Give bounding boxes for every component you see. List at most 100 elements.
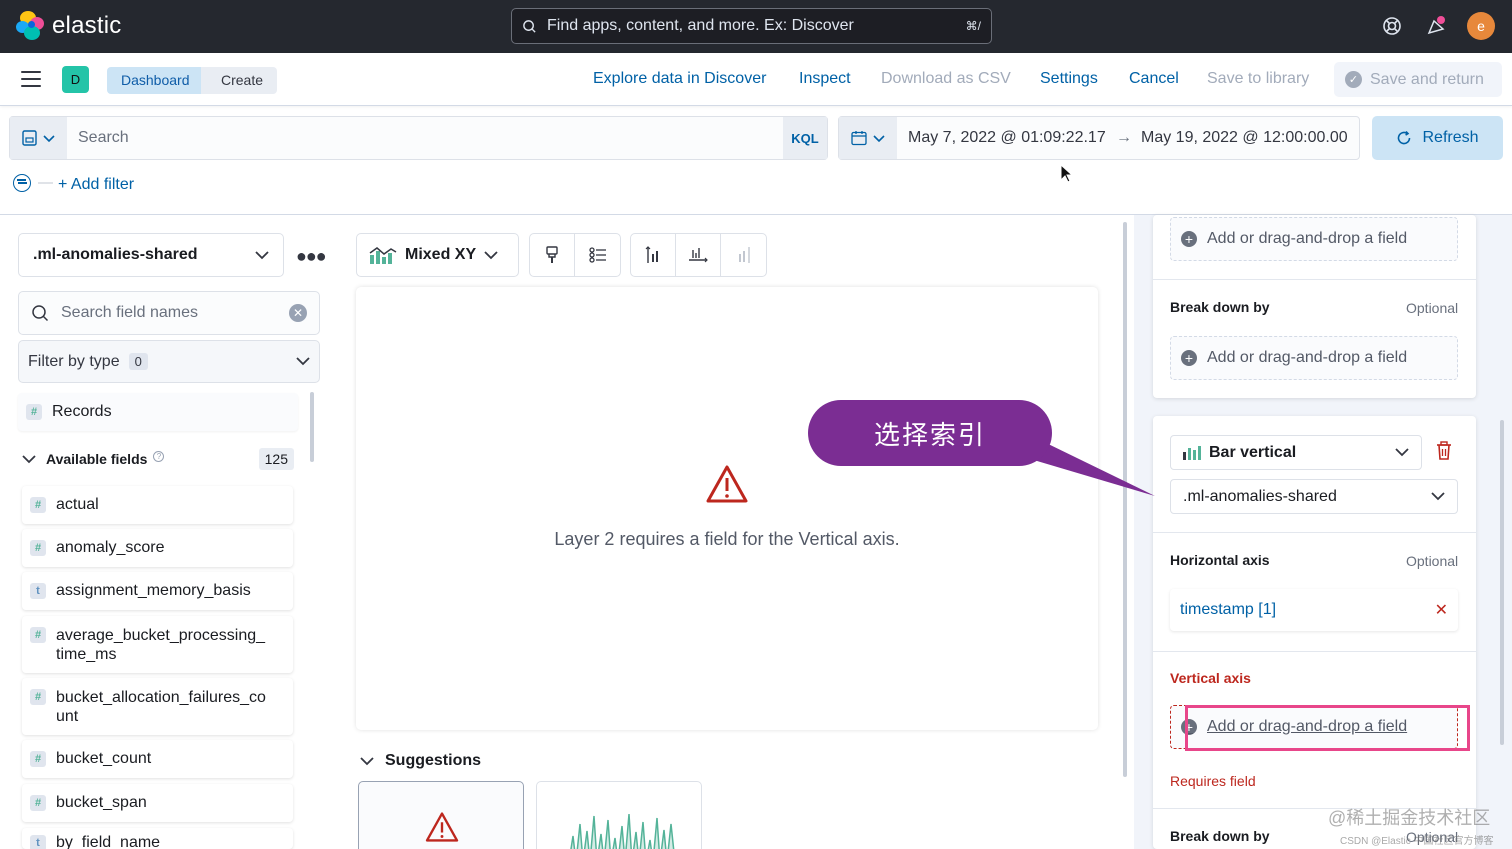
clear-icon[interactable]: ✕ [289, 304, 307, 322]
field-item-average-bucket-processing-time[interactable]: # average_bucket_processing_time_ms [22, 616, 293, 673]
save-icon [22, 130, 37, 146]
filter-separator: — [38, 174, 53, 191]
menu-icon[interactable] [21, 71, 41, 87]
divider [1153, 651, 1476, 652]
refresh-button[interactable]: Refresh [1372, 116, 1503, 160]
add-filter-button[interactable]: + Add filter [58, 176, 134, 194]
add-field-dropzone[interactable]: + Add or drag-and-drop a field [1170, 217, 1458, 261]
brand-name: elastic [52, 12, 122, 39]
layer-index-label: .ml-anomalies-shared [1183, 487, 1337, 505]
dropzone-label: Add or drag-and-drop a field [1207, 230, 1408, 247]
more-options-icon[interactable]: ●●● [296, 246, 327, 267]
break-down-dropzone[interactable]: + Add or drag-and-drop a field [1170, 336, 1458, 380]
date-end[interactable]: May 19, 2022 @ 12:00:00.00 [1141, 129, 1348, 147]
filter-options-icon[interactable] [13, 174, 31, 192]
chevron-down-icon [296, 357, 310, 366]
chevron-down-icon [1431, 492, 1445, 501]
paintbrush-icon[interactable] [530, 234, 575, 276]
delete-layer-icon[interactable] [1436, 441, 1452, 465]
chart-workspace [356, 287, 1098, 730]
newsfeed-icon[interactable] [1423, 13, 1449, 39]
download-csv-link[interactable]: Download as CSV [881, 70, 1011, 88]
save-and-return-button[interactable]: ✓ Save and return [1334, 62, 1502, 97]
bottom-axis-icon[interactable] [676, 234, 721, 276]
saved-query-menu[interactable] [10, 117, 67, 159]
visualization-type-select[interactable]: Mixed XY [356, 233, 519, 277]
vertical-axis-dropzone[interactable]: + Add or drag-and-drop a field [1170, 705, 1458, 749]
remove-icon[interactable]: ✕ [1435, 600, 1448, 620]
horizontal-field-name: timestamp [1] [1180, 601, 1277, 618]
suggestion-thumbnail [570, 813, 675, 849]
vertical-axis-label: Vertical axis [1170, 670, 1251, 686]
calendar-icon [851, 131, 867, 146]
left-axis-icon[interactable] [631, 234, 676, 276]
refresh-icon [1398, 130, 1411, 145]
user-avatar[interactable]: e [1467, 12, 1495, 40]
field-name: bucket_allocation_failures_count [56, 689, 266, 725]
help-icon[interactable] [1379, 13, 1405, 39]
search-shortcut: ⌘/ [965, 19, 981, 33]
horizontal-axis-field[interactable]: timestamp [1] ✕ [1170, 589, 1458, 631]
suggestions-label: Suggestions [385, 752, 482, 769]
string-type-icon: t [30, 583, 46, 599]
index-pattern-select[interactable]: .ml-anomalies-shared [18, 233, 284, 277]
field-list-scrollbar[interactable] [310, 392, 314, 462]
field-item-bucket-allocation-failures-count[interactable]: # bucket_allocation_failures_count [22, 678, 293, 735]
warning-icon [706, 465, 748, 503]
kql-toggle[interactable]: KQL [783, 117, 827, 159]
space-avatar[interactable]: D [62, 66, 89, 93]
suggestion-line-chart[interactable] [536, 781, 702, 849]
right-axis-icon[interactable] [721, 234, 766, 276]
field-item-records[interactable]: # Records [18, 393, 298, 431]
field-item-actual[interactable]: # actual [22, 486, 293, 524]
elastic-logo[interactable]: elastic [16, 11, 121, 41]
chevron-down-icon [1395, 448, 1409, 457]
info-icon[interactable]: ? [153, 450, 165, 462]
field-item-by-field-name[interactable]: t by_field_name [22, 828, 293, 849]
number-type-icon: # [30, 689, 46, 705]
break-down-by-label: Break down by [1170, 299, 1270, 315]
filter-by-type-label: Filter by type [28, 352, 120, 370]
filter-by-type-select[interactable]: Filter by type 0 [18, 340, 320, 383]
config-panel-scrollbar[interactable] [1500, 420, 1504, 745]
dropzone-label: Add or drag-and-drop a field [1207, 349, 1408, 366]
legend-icon[interactable] [575, 234, 620, 276]
refresh-label: Refresh [1422, 129, 1479, 146]
field-item-bucket-count[interactable]: # bucket_count [22, 740, 293, 778]
breadcrumb-dashboard[interactable]: Dashboard [107, 67, 204, 94]
display-options-group [529, 233, 621, 277]
field-search-input[interactable]: Search field names ✕ [18, 291, 320, 335]
quick-date-menu[interactable] [839, 117, 897, 159]
date-start[interactable]: May 7, 2022 @ 01:09:22.17 [908, 129, 1106, 147]
number-type-icon: # [30, 540, 46, 556]
layer-index-pattern-select[interactable]: .ml-anomalies-shared [1170, 479, 1458, 514]
index-pattern-label: .ml-anomalies-shared [33, 246, 198, 263]
layer-chart-type-label: Bar vertical [1209, 443, 1297, 461]
string-type-icon: t [30, 835, 46, 849]
divider [1153, 532, 1476, 533]
available-fields-count: 125 [258, 448, 294, 470]
global-header: elastic Find apps, content, and more. Ex… [0, 0, 1512, 53]
requires-field-error: Requires field [1170, 773, 1256, 789]
layer-chart-type-select[interactable]: Bar vertical [1170, 435, 1422, 470]
field-item-anomaly-score[interactable]: # anomaly_score [22, 529, 293, 567]
global-search-input[interactable]: Find apps, content, and more. Ex: Discov… [511, 8, 992, 44]
bar-chart-icon [1183, 445, 1201, 460]
break-down-by-label: Break down by [1170, 828, 1270, 844]
field-name: average_bucket_processing_time_ms [56, 627, 266, 663]
divider [1153, 279, 1476, 280]
elastic-logo-icon [16, 11, 46, 41]
query-search-input[interactable] [78, 117, 778, 159]
inspect-link[interactable]: Inspect [799, 70, 851, 88]
settings-link[interactable]: Settings [1040, 70, 1098, 88]
field-item-assignment-memory-basis[interactable]: t assignment_memory_basis [22, 572, 293, 610]
suggestions-toggle[interactable]: Suggestions [360, 752, 481, 770]
number-type-icon: # [26, 404, 42, 420]
field-item-bucket-span[interactable]: # bucket_span [22, 784, 293, 822]
available-fields-header[interactable]: Available fields ? 125 [22, 448, 294, 470]
suggestion-current[interactable] [358, 781, 524, 849]
save-and-return-label: Save and return [1370, 70, 1484, 88]
save-to-library-link[interactable]: Save to library [1207, 70, 1309, 88]
explore-discover-link[interactable]: Explore data in Discover [593, 70, 766, 88]
cancel-link[interactable]: Cancel [1129, 70, 1179, 88]
